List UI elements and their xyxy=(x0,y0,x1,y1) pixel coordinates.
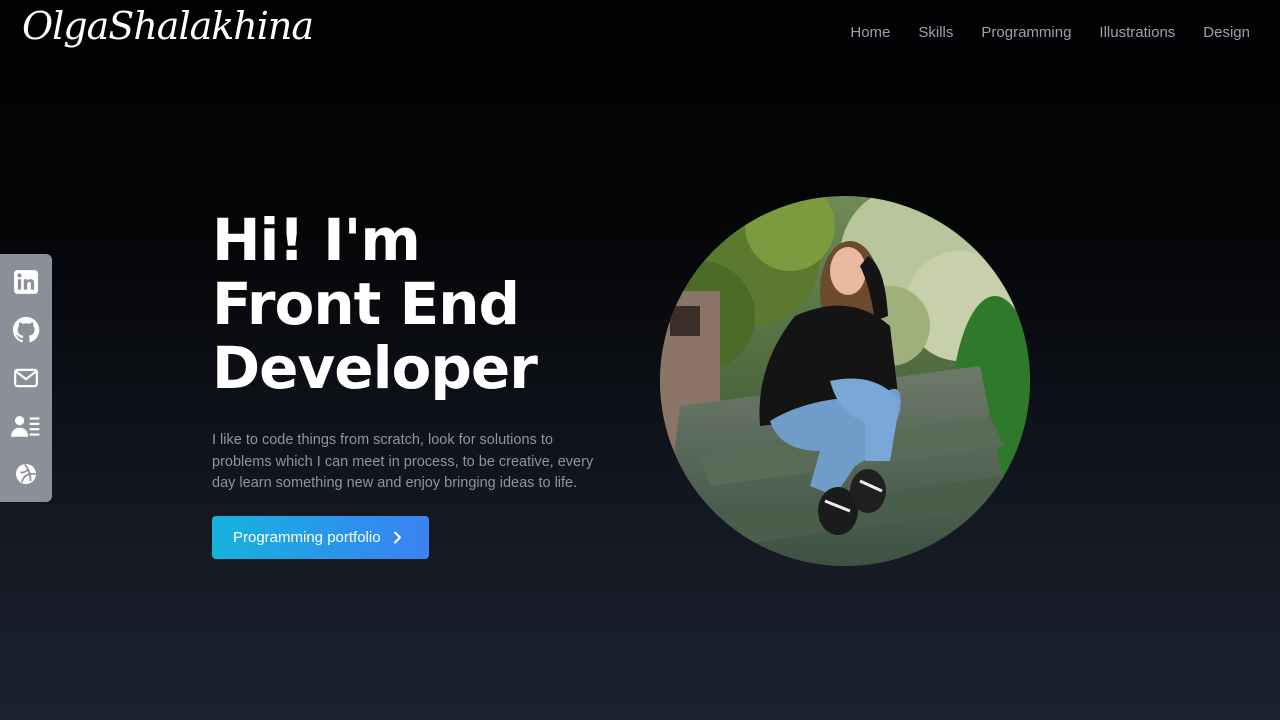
profile-photo xyxy=(660,196,1030,566)
email-link[interactable] xyxy=(11,363,41,393)
mail-icon xyxy=(14,368,38,388)
hero-title-line-1: Hi! I'm xyxy=(212,206,421,274)
nav-home[interactable]: Home xyxy=(850,24,890,41)
dribbble-link[interactable] xyxy=(11,459,41,489)
resume-link[interactable] xyxy=(11,411,41,441)
resume-icon xyxy=(11,416,40,437)
main-nav: Home Skills Programming Illustrations De… xyxy=(850,24,1250,41)
nav-design[interactable]: Design xyxy=(1203,24,1250,41)
hero-title-line-2: Front End xyxy=(212,270,520,338)
linkedin-link[interactable] xyxy=(11,267,41,297)
nav-skills[interactable]: Skills xyxy=(918,24,953,41)
programming-portfolio-label: Programming portfolio xyxy=(233,529,381,546)
logo[interactable]: OlgaShalakhina xyxy=(22,4,314,48)
github-link[interactable] xyxy=(11,315,41,345)
github-icon xyxy=(12,316,40,343)
social-sidebar xyxy=(0,254,52,502)
programming-portfolio-button[interactable]: Programming portfolio xyxy=(212,516,429,559)
nav-programming[interactable]: Programming xyxy=(981,24,1071,41)
hero-title: Hi! I'm Front End Developer xyxy=(212,206,538,402)
linkedin-icon xyxy=(14,270,38,294)
nav-illustrations[interactable]: Illustrations xyxy=(1099,24,1175,41)
site-header: OlgaShalakhina Home Skills Programming I… xyxy=(0,0,1280,70)
hero-description: I like to code things from scratch, look… xyxy=(212,432,594,491)
dribbble-icon xyxy=(16,463,36,484)
hero-title-line-3: Developer xyxy=(212,334,538,402)
chevron-right-icon xyxy=(393,531,402,544)
